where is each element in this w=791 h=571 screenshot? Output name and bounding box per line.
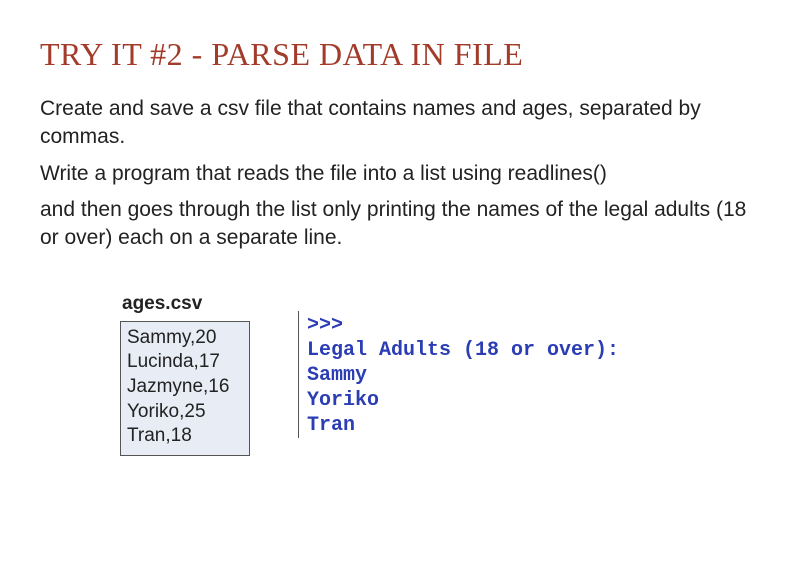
output-line: Sammy bbox=[307, 363, 619, 388]
output-line: Yoriko bbox=[307, 388, 619, 413]
examples-section: ages.csv Sammy,20 Lucinda,17 Jazmyne,16 … bbox=[120, 293, 751, 456]
instruction-paragraph: and then goes through the list only prin… bbox=[40, 196, 751, 253]
output-line: >>> bbox=[307, 313, 619, 338]
csv-row: Tran,18 bbox=[127, 424, 241, 449]
csv-row: Jazmyne,16 bbox=[127, 375, 241, 400]
csv-file-block: ages.csv Sammy,20 Lucinda,17 Jazmyne,16 … bbox=[120, 293, 250, 456]
output-line: Legal Adults (18 or over): bbox=[307, 338, 619, 363]
csv-row: Sammy,20 bbox=[127, 326, 241, 351]
csv-row: Lucinda,17 bbox=[127, 350, 241, 375]
csv-row: Yoriko,25 bbox=[127, 400, 241, 425]
csv-content-box: Sammy,20 Lucinda,17 Jazmyne,16 Yoriko,25… bbox=[120, 321, 250, 456]
instruction-paragraph: Write a program that reads the file into… bbox=[40, 160, 751, 188]
program-output-block: >>> Legal Adults (18 or over): Sammy Yor… bbox=[298, 311, 619, 438]
output-line: Tran bbox=[307, 413, 619, 438]
instruction-paragraph: Create and save a csv file that contains… bbox=[40, 95, 751, 152]
instructions-block: Create and save a csv file that contains… bbox=[40, 95, 751, 253]
csv-filename-label: ages.csv bbox=[120, 293, 250, 315]
page-title: TRY IT #2 - PARSE DATA IN FILE bbox=[40, 36, 751, 73]
